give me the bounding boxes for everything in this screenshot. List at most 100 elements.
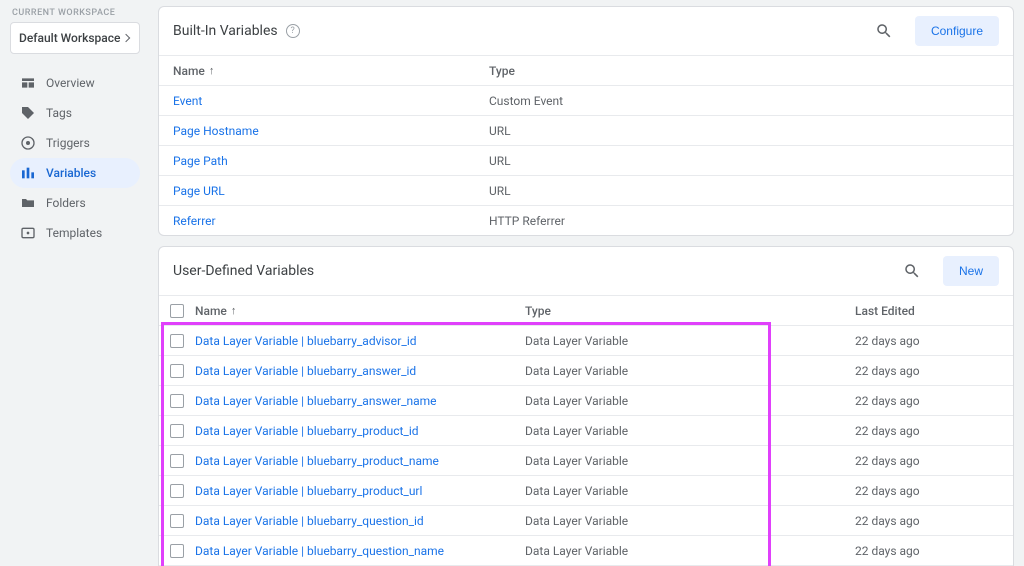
table-row: Page Path URL	[159, 145, 1013, 175]
variable-type: Data Layer Variable	[525, 514, 855, 528]
last-edited: 22 days ago	[855, 424, 1013, 438]
workspace-section-label: CURRENT WORKSPACE	[12, 8, 140, 18]
sidebar-item-templates[interactable]: Templates	[10, 218, 140, 248]
sidebar-item-label: Overview	[46, 76, 95, 90]
sidebar-item-label: Triggers	[46, 136, 90, 150]
table-row: Data Layer Variable | bluebarry_answer_n…	[159, 385, 1013, 415]
chevron-right-icon	[122, 34, 130, 42]
row-checkbox[interactable]	[170, 424, 184, 438]
search-icon[interactable]	[903, 262, 921, 280]
sidebar-item-overview[interactable]: Overview	[10, 68, 140, 98]
last-edited: 22 days ago	[855, 454, 1013, 468]
variable-type: Data Layer Variable	[525, 424, 855, 438]
table-row: Data Layer Variable | bluebarry_product_…	[159, 475, 1013, 505]
variables-icon	[20, 165, 36, 181]
last-edited: 22 days ago	[855, 394, 1013, 408]
variable-link[interactable]: Data Layer Variable | bluebarry_product_…	[195, 424, 419, 438]
variable-type: Data Layer Variable	[525, 454, 855, 468]
last-edited: 22 days ago	[855, 514, 1013, 528]
table-row: Data Layer Variable | bluebarry_question…	[159, 505, 1013, 535]
sort-ascending-icon: ↑	[209, 64, 215, 77]
search-icon[interactable]	[875, 22, 893, 40]
sidebar: CURRENT WORKSPACE Default Workspace Over…	[0, 0, 150, 566]
variable-link[interactable]: Page URL	[173, 184, 225, 198]
col-header-name[interactable]: Name ↑	[159, 64, 489, 78]
main-content: Built-In Variables ? Configure Name ↑ Ty…	[150, 0, 1024, 566]
variable-link[interactable]: Referrer	[173, 214, 216, 228]
workspace-name: Default Workspace	[19, 31, 120, 45]
row-checkbox[interactable]	[170, 364, 184, 378]
variable-link[interactable]: Data Layer Variable | bluebarry_question…	[195, 514, 424, 528]
builtin-variables-panel: Built-In Variables ? Configure Name ↑ Ty…	[158, 6, 1014, 236]
variable-type: Data Layer Variable	[525, 394, 855, 408]
tag-icon	[20, 105, 36, 121]
table-row: Data Layer Variable | bluebarry_advisor_…	[159, 325, 1013, 355]
variable-link[interactable]: Page Path	[173, 154, 228, 168]
table-row: Data Layer Variable | bluebarry_product_…	[159, 445, 1013, 475]
row-checkbox[interactable]	[170, 394, 184, 408]
row-checkbox[interactable]	[170, 544, 184, 558]
builtin-table: Name ↑ Type Event Custom Event Page Hostna…	[159, 55, 1013, 235]
sidebar-item-label: Templates	[46, 226, 102, 240]
variable-link[interactable]: Data Layer Variable | bluebarry_answer_i…	[195, 364, 416, 378]
variable-link[interactable]: Page Hostname	[173, 124, 259, 138]
folder-icon	[20, 195, 36, 211]
workspace-selector[interactable]: Default Workspace	[10, 22, 140, 54]
sidebar-item-label: Tags	[46, 106, 72, 120]
variable-type: URL	[489, 184, 819, 198]
sidebar-item-label: Variables	[46, 166, 96, 180]
variable-type: Custom Event	[489, 94, 819, 108]
row-checkbox[interactable]	[170, 484, 184, 498]
variable-link[interactable]: Event	[173, 94, 202, 108]
user-defined-table: Name ↑ Type Last Edited Data Layer Varia…	[159, 295, 1013, 566]
last-edited: 22 days ago	[855, 544, 1013, 558]
col-header-type[interactable]: Type	[525, 304, 855, 318]
variable-type: Data Layer Variable	[525, 334, 855, 348]
select-all-checkbox[interactable]	[170, 304, 184, 318]
target-icon	[20, 135, 36, 151]
variable-link[interactable]: Data Layer Variable | bluebarry_product_…	[195, 484, 422, 498]
table-row: Page URL URL	[159, 175, 1013, 205]
panel-title: Built-In Variables	[173, 23, 278, 39]
new-button[interactable]: New	[943, 256, 999, 286]
table-row: Data Layer Variable | bluebarry_product_…	[159, 415, 1013, 445]
variable-link[interactable]: Data Layer Variable | bluebarry_advisor_…	[195, 334, 417, 348]
sidebar-item-variables[interactable]: Variables	[10, 158, 140, 188]
variable-type: URL	[489, 154, 819, 168]
dashboard-icon	[20, 75, 36, 91]
table-row: Data Layer Variable | bluebarry_question…	[159, 535, 1013, 565]
variable-type: Data Layer Variable	[525, 544, 855, 558]
help-icon[interactable]: ?	[286, 24, 300, 38]
last-edited: 22 days ago	[855, 484, 1013, 498]
variable-type: Data Layer Variable	[525, 484, 855, 498]
variable-link[interactable]: Data Layer Variable | bluebarry_product_…	[195, 454, 439, 468]
sort-ascending-icon: ↑	[231, 304, 237, 317]
variable-type: Data Layer Variable	[525, 364, 855, 378]
sidebar-item-folders[interactable]: Folders	[10, 188, 140, 218]
template-icon	[20, 225, 36, 241]
panel-title: User-Defined Variables	[173, 263, 314, 279]
nav-list: Overview Tags Triggers Variables Folders…	[10, 68, 140, 248]
table-row: Page Hostname URL	[159, 115, 1013, 145]
col-header-edited[interactable]: Last Edited	[855, 304, 1013, 318]
sidebar-item-triggers[interactable]: Triggers	[10, 128, 140, 158]
variable-type: HTTP Referrer	[489, 214, 819, 228]
configure-button[interactable]: Configure	[915, 16, 999, 46]
variable-type: URL	[489, 124, 819, 138]
row-checkbox[interactable]	[170, 334, 184, 348]
user-defined-variables-panel: User-Defined Variables New Name ↑ Type L…	[158, 246, 1014, 566]
table-header: Name ↑ Type Last Edited	[159, 295, 1013, 325]
sidebar-item-tags[interactable]: Tags	[10, 98, 140, 128]
row-checkbox[interactable]	[170, 514, 184, 528]
row-checkbox[interactable]	[170, 454, 184, 468]
variable-link[interactable]: Data Layer Variable | bluebarry_answer_n…	[195, 394, 437, 408]
col-header-type[interactable]: Type	[489, 64, 819, 78]
col-header-name[interactable]: Name ↑	[195, 304, 525, 318]
table-row: Data Layer Variable | bluebarry_answer_i…	[159, 355, 1013, 385]
table-row: Event Custom Event	[159, 85, 1013, 115]
variable-link[interactable]: Data Layer Variable | bluebarry_question…	[195, 544, 444, 558]
table-header: Name ↑ Type	[159, 55, 1013, 85]
last-edited: 22 days ago	[855, 364, 1013, 378]
table-row: Referrer HTTP Referrer	[159, 205, 1013, 235]
sidebar-item-label: Folders	[46, 196, 86, 210]
